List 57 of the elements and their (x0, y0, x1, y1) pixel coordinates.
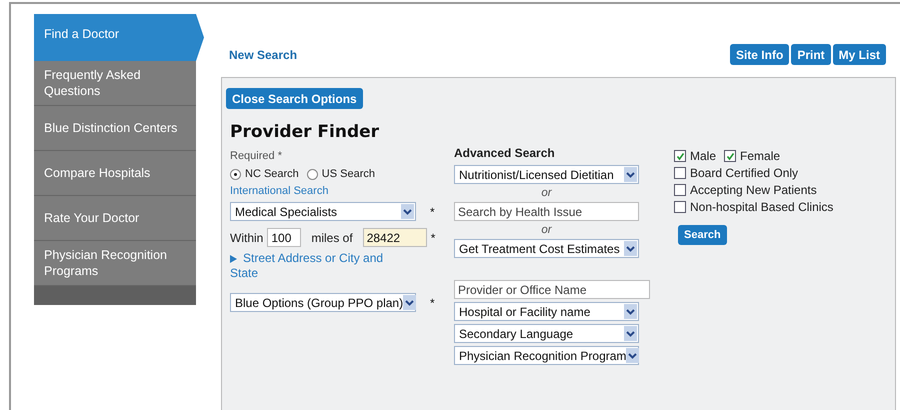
required-mark: * (430, 204, 435, 218)
dropdown[interactable]: Nutritionist/Licensed Dietitian (454, 165, 639, 184)
dropdown-caret-icon (624, 167, 637, 182)
checkbox-label: Accepting New Patients (690, 183, 817, 197)
dropdown-caret-icon (624, 326, 637, 341)
radio-button[interactable] (306, 168, 318, 180)
checkbox[interactable] (674, 167, 686, 179)
sidebar-item[interactable]: Frequently Asked Questions (34, 61, 196, 106)
dropdown[interactable]: Physician Recognition Program (454, 346, 639, 365)
international-search-link[interactable]: International Search (230, 185, 452, 197)
radio-button[interactable] (230, 168, 241, 180)
required-mark: * (430, 230, 436, 244)
checkbox-label: Male (690, 149, 716, 163)
checkbox-label: Board Certified Only (690, 166, 798, 180)
dropdown[interactable]: Secondary Language (454, 324, 639, 343)
header-button[interactable]: Site Info (730, 44, 790, 65)
checkbox[interactable] (724, 150, 736, 162)
address-link[interactable]: Street Address or City and State (230, 251, 405, 281)
zip-field[interactable]: 28422 (362, 228, 427, 247)
checkbox-label: Non-hospital Based Clinics (690, 200, 834, 214)
sidebar-item[interactable]: Compare Hospitals (34, 151, 196, 196)
close-search-button[interactable]: Close Search Options (226, 88, 363, 109)
text-field[interactable]: Search by Health Issue (454, 202, 639, 221)
checkbox[interactable] (674, 184, 686, 196)
header-button[interactable]: My List (832, 44, 886, 65)
required-mark: * (430, 296, 435, 310)
section-title: Advanced Search (454, 146, 556, 160)
miles-field[interactable]: 100 (267, 228, 302, 247)
header-button[interactable]: Print (791, 44, 831, 65)
dropdown-caret-icon (624, 241, 637, 256)
dropdown[interactable]: Get Treatment Cost Estimates (454, 239, 639, 258)
dropdown-caret-icon (401, 204, 414, 219)
required-note: Required * (230, 150, 283, 162)
panel-title: Provider Finder (230, 122, 380, 142)
dropdown[interactable]: Hospital or Facility name (454, 302, 639, 321)
search-button[interactable]: Search (678, 225, 727, 245)
sidebar-item[interactable]: Find a Doctor (34, 14, 204, 61)
new-search-link[interactable]: New Search (229, 48, 298, 62)
sidebar-item[interactable]: Blue Distinction Centers (34, 106, 196, 151)
sidebar-item[interactable]: Physician Recognition Programs (34, 241, 196, 286)
dropdown-caret-icon (403, 295, 416, 310)
or-label: or (540, 224, 553, 236)
radio-label: NC Search (245, 168, 299, 180)
dropdown[interactable]: Medical Specialists (230, 202, 416, 221)
miles-label: miles of (311, 230, 353, 244)
within-label: Within (230, 230, 264, 244)
dropdown[interactable]: Blue Options (Group PPO plan) (230, 293, 416, 312)
text-field[interactable]: Provider or Office Name (454, 280, 650, 299)
dropdown-caret-icon (626, 348, 640, 363)
dropdown-caret-icon (624, 304, 637, 319)
radio-label: US Search (322, 168, 375, 180)
checkbox-label: Female (740, 149, 780, 163)
or-label: or (540, 187, 553, 199)
checkbox[interactable] (674, 150, 686, 162)
sidebar-item[interactable]: Rate Your Doctor (34, 196, 196, 241)
checkbox[interactable] (674, 201, 686, 213)
triangle-icon (230, 255, 237, 263)
